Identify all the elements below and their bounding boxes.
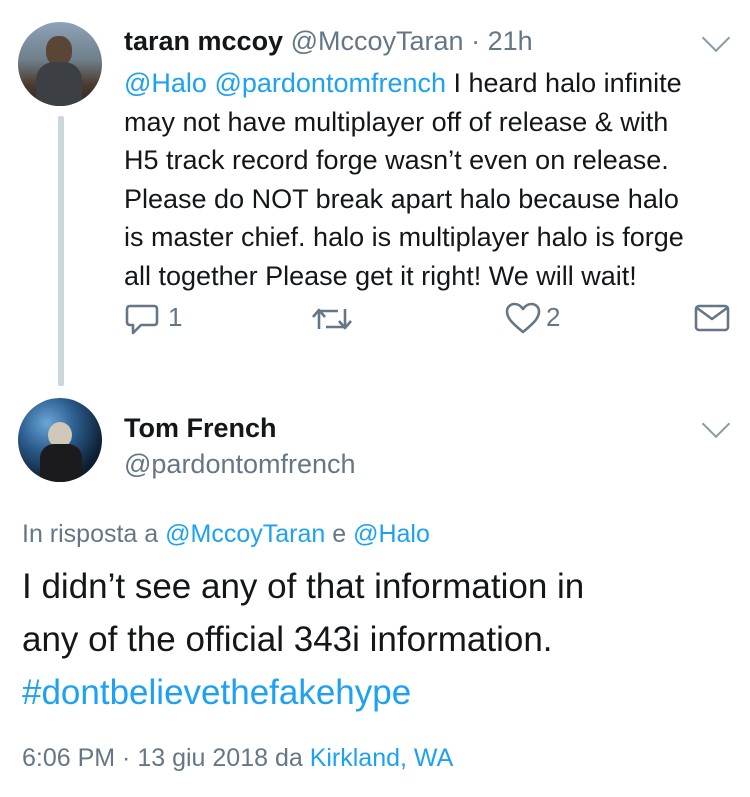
display-name[interactable]: taran mccoy: [124, 26, 283, 56]
reply-prefix: In risposta a: [22, 520, 166, 548]
tweet-text: @Halo @pardontomfrench I heard halo infi…: [124, 64, 734, 295]
tweet-text-line: any of the official 343i information.: [22, 620, 553, 659]
avatar-body: [40, 444, 82, 482]
tweet-text-line: Please do NOT break apart halo because h…: [124, 183, 679, 214]
reply-count: 1: [168, 302, 183, 332]
tweet-text-line: H5 track record forge wasn’t even on rel…: [124, 145, 669, 175]
hashtag-link[interactable]: #dontbelievethefakehype: [22, 666, 742, 719]
user-handle[interactable]: @MccoyTaran: [291, 26, 464, 56]
tweet-text: I didn’t see any of that information in …: [22, 560, 742, 719]
tweet-text-line: is master chief. halo is multiplayer hal…: [124, 222, 684, 252]
tweet-text-line: all together Please get it right! We wil…: [124, 260, 637, 291]
tweet-text-line: @Halo @pardontomfrench I heard halo infi…: [124, 64, 734, 103]
tweet-text-segment: I heard halo infinite: [446, 68, 682, 98]
user-handle[interactable]: @pardontomfrench: [124, 448, 356, 480]
retweet-icon[interactable]: [310, 303, 354, 335]
heart-icon[interactable]: [504, 301, 542, 335]
location-link[interactable]: Kirkland, WA: [310, 744, 454, 772]
tweet-header: taran mccoy @MccoyTaran · 21h: [124, 24, 533, 58]
envelope-icon[interactable]: [694, 303, 730, 333]
avatar[interactable]: [18, 398, 102, 482]
mention-link[interactable]: @MccoyTaran: [165, 520, 325, 548]
chevron-down-icon[interactable]: [701, 409, 731, 439]
tweet-text-line: may not have multiplayer off of release …: [124, 106, 669, 137]
separator-dot: ·: [471, 26, 481, 56]
reply-context: In risposta a @MccoyTaran e @Halo: [22, 518, 430, 550]
tweet-time[interactable]: 21h: [488, 26, 533, 56]
reply-icon[interactable]: [124, 303, 160, 337]
avatar-body: [36, 62, 82, 106]
thread-connector-line: [58, 116, 64, 386]
like-count: 2: [546, 302, 561, 332]
mention-link[interactable]: @Halo: [353, 520, 430, 548]
chevron-down-icon[interactable]: [701, 23, 731, 53]
reply-conjunction: e: [325, 520, 354, 548]
tweet-meta: 6:06 PM · 13 giu 2018 da Kirkland, WA: [22, 742, 453, 774]
mention-link[interactable]: @Halo: [124, 68, 207, 98]
avatar[interactable]: [18, 22, 102, 106]
tweet-timestamp: 6:06 PM · 13 giu 2018 da: [22, 744, 310, 772]
mention-link[interactable]: @pardontomfrench: [214, 68, 446, 98]
tweet-text-line: I didn’t see any of that information in: [22, 567, 585, 606]
display-name[interactable]: Tom French: [124, 412, 277, 444]
